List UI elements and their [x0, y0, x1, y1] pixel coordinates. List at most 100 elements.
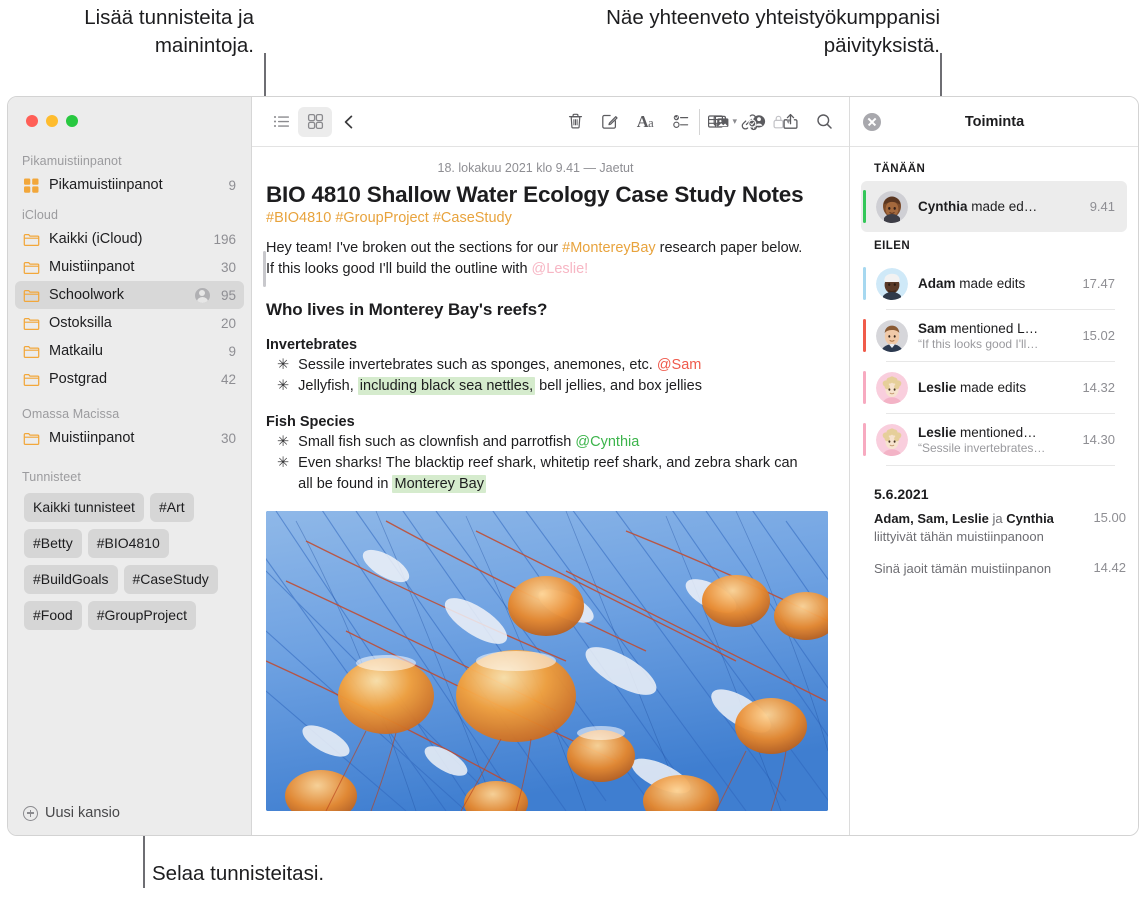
bullet-text: Even sharks! The blacktip reef shark, wh…: [298, 455, 798, 492]
toolbar: Aa ▾ ▾: [252, 97, 849, 147]
sidebar-item-count: 30: [220, 430, 236, 446]
tag-chip-betty[interactable]: #Betty: [24, 529, 82, 558]
activity-item-name: Leslie: [918, 380, 957, 395]
jellyfish-photo[interactable]: [266, 511, 828, 811]
tag-chip-casestudy[interactable]: #CaseStudy: [123, 565, 218, 594]
sidebar-item-count: 196: [213, 231, 236, 247]
search-icon[interactable]: [807, 107, 841, 137]
activity-accent-bar: [863, 319, 866, 352]
callout-add-tags: Lisää tunnisteita ja mainintoja.: [84, 6, 254, 57]
tag-chip-all[interactable]: Kaikki tunnisteet: [24, 493, 144, 522]
activity-title: Toiminta: [964, 113, 1025, 130]
sidebar-item-label: Kaikki (iCloud): [49, 231, 143, 247]
bullet-text: Small fish such as clownfish and parrotf…: [298, 434, 576, 450]
plus-circle-icon: [23, 805, 38, 821]
activity-plain-text: Sinä jaoit tämän muistiinpanon: [874, 560, 1085, 578]
sidebar-item-count: 95: [220, 287, 236, 303]
format-icon[interactable]: Aa: [626, 107, 664, 137]
activity-accent-bar: [863, 267, 866, 300]
bullet-mention[interactable]: @Sam: [657, 357, 702, 373]
adam-avatar: [876, 267, 908, 300]
media-chevron-down-icon[interactable]: ▾: [732, 116, 737, 127]
activity-plain-entry-shared: Sinä jaoit tämän muistiinpanon 14.42: [850, 558, 1138, 580]
sidebar-item-label: Muistiinpanot: [49, 430, 135, 446]
quick-notes-icon: [23, 177, 40, 194]
bullet-marker: ✳: [277, 455, 290, 471]
tag-chip-buildgoals[interactable]: #BuildGoals: [24, 565, 118, 594]
sidebar-section-title-quicknotes: Pikamuistiinpanot: [22, 154, 122, 168]
note-content: 18. lokakuu 2021 klo 9.41 — Jaetut BIO 4…: [252, 147, 849, 811]
bullet-list-fish: ✳ Small fish such as clownfish and parro…: [266, 432, 805, 495]
sidebar-item-kaikki-icloud[interactable]: Kaikki (iCloud) 196: [15, 225, 244, 253]
sidebar-item-label: Muistiinpanot: [49, 259, 135, 275]
intro-tag[interactable]: #MontereyBay: [562, 240, 656, 256]
activity-item-adam[interactable]: Adam made edits 17.47: [861, 258, 1127, 309]
toolbar-left-group: [264, 106, 366, 137]
activity-list[interactable]: TÄNÄÄN Cynthia made ed… 9.41 EILEN Adam …: [850, 147, 1138, 835]
folder-icon: [23, 371, 40, 388]
activity-item-cynthia[interactable]: Cynthia made ed… 9.41: [861, 181, 1127, 232]
activity-header: Toiminta: [850, 97, 1138, 147]
compose-icon[interactable]: [592, 107, 626, 137]
list-view-icon[interactable]: [264, 107, 298, 137]
close-window-button[interactable]: [26, 115, 38, 127]
sidebar-item-label: Pikamuistiinpanot: [49, 177, 163, 193]
note-tags-line[interactable]: #BIO4810 #GroupProject #CaseStudy: [266, 210, 805, 226]
intro-mention[interactable]: @Leslie!: [532, 261, 589, 277]
new-folder-button[interactable]: Uusi kansio: [8, 791, 251, 835]
activity-item-action: made ed…: [967, 199, 1038, 214]
activity-accent-bar: [863, 423, 866, 456]
minimize-window-button[interactable]: [46, 115, 58, 127]
sidebar-item-ostoksilla[interactable]: Ostoksilla 20: [15, 309, 244, 337]
bullet-text: Sessile invertebrates such as sponges, a…: [298, 357, 657, 373]
new-folder-label: Uusi kansio: [45, 805, 120, 821]
bullet-highlight: Monterey Bay: [392, 475, 486, 493]
share-icon[interactable]: [773, 107, 807, 137]
bullet-item: ✳ Jellyfish, including black sea nettles…: [266, 376, 805, 397]
close-icon[interactable]: [863, 112, 881, 131]
activity-item-time: 17.47: [1082, 276, 1115, 291]
tag-chip-groupproject[interactable]: #GroupProject: [87, 601, 196, 630]
activity-plain-rest: Sinä jaoit tämän muistiinpanon: [874, 561, 1052, 576]
back-chevron-icon[interactable]: [332, 107, 366, 137]
folder-icon: [23, 231, 40, 248]
bullet-text: Jellyfish,: [298, 378, 358, 394]
sidebar-section-title-icloud: iCloud: [22, 208, 59, 222]
sidebar-item-label: Schoolwork: [49, 287, 124, 303]
bullet-mention[interactable]: @Cynthia: [575, 434, 639, 450]
sidebar-item-schoolwork[interactable]: Schoolwork 95: [15, 281, 244, 309]
activity-item-line: Cynthia made ed…: [918, 199, 1080, 214]
trash-icon[interactable]: [558, 107, 592, 137]
note-scroll-area[interactable]: 18. lokakuu 2021 klo 9.41 — Jaetut BIO 4…: [252, 147, 849, 835]
tag-chip-bio4810[interactable]: #BIO4810: [87, 529, 169, 558]
activity-item-quote: “If this looks good I'll…: [918, 336, 1039, 351]
note-intro-paragraph[interactable]: Hey team! I've broken out the sections f…: [266, 238, 805, 280]
activity-plain-text: Adam, Sam, Leslie ja Cynthia liittyivät …: [874, 510, 1085, 546]
bullet-highlight: including black sea nettles,: [357, 377, 536, 395]
tag-cloud: Kaikki tunnisteet #Art #Betty #BIO4810 #…: [8, 487, 251, 630]
sidebar-item-matkailu[interactable]: Matkailu 9: [15, 337, 244, 365]
sidebar-item-count: 9: [228, 177, 236, 193]
tag-chip-food[interactable]: #Food: [24, 601, 82, 630]
note-title[interactable]: BIO 4810 Shallow Water Ecology Case Stud…: [266, 181, 805, 209]
activity-accent-bar: [863, 190, 866, 223]
add-people-icon[interactable]: [739, 107, 773, 137]
activity-item-leslie-mention[interactable]: Leslie mentioned… “Sessile invertebrates…: [861, 414, 1127, 465]
sidebar-item-muistiinpanot-local[interactable]: Muistiinpanot 30: [15, 424, 244, 452]
zoom-window-button[interactable]: [66, 115, 78, 127]
leslie-avatar: [876, 371, 908, 404]
toolbar-divider: [699, 108, 701, 135]
sidebar-item-postgrad[interactable]: Postgrad 42: [15, 365, 244, 393]
tag-chip-art[interactable]: #Art: [149, 493, 194, 522]
intro-part1: Hey team! I've broken out the sections f…: [266, 240, 563, 256]
activity-item-quote: “Sessile invertebrates…: [918, 440, 1046, 455]
folder-icon: [23, 343, 40, 360]
gallery-view-icon[interactable]: [298, 106, 332, 137]
activity-item-name: Cynthia: [918, 199, 968, 214]
sidebar-item-muistiinpanot-icloud[interactable]: Muistiinpanot 30: [15, 253, 244, 281]
activity-item-sam[interactable]: Sam mentioned L… “If this looks good I'l…: [861, 310, 1127, 361]
activity-item-leslie-edits[interactable]: Leslie made edits 14.32: [861, 362, 1127, 413]
sidebar-scroll-area[interactable]: Pikamuistiinpanot Pikamuistiinpanot 9 iC…: [8, 145, 251, 791]
sidebar-item-pikamuistiinpanot[interactable]: Pikamuistiinpanot 9: [15, 171, 244, 199]
activity-item-line: Leslie made edits: [918, 380, 1072, 395]
